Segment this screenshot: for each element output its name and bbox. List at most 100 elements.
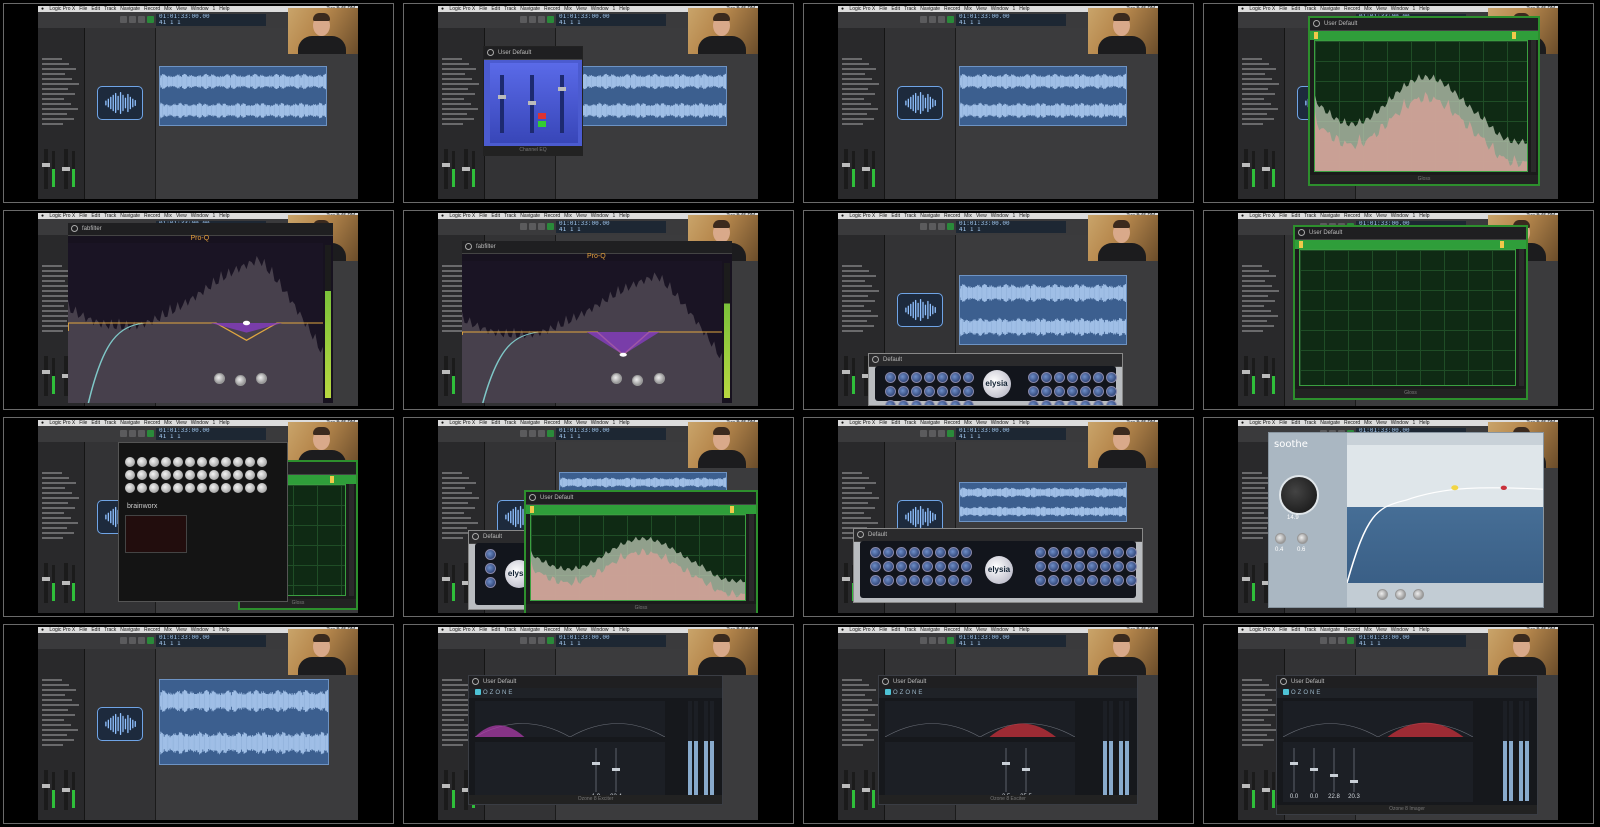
eq-knob[interactable] <box>1113 547 1124 558</box>
eq-knob[interactable] <box>221 457 231 467</box>
eq-knob[interactable] <box>1100 547 1111 558</box>
eq-knob[interactable] <box>1113 561 1124 572</box>
analyzer-button[interactable] <box>530 506 534 513</box>
eq-knob[interactable] <box>935 561 946 572</box>
band-knob[interactable] <box>1395 589 1406 600</box>
rewind-button[interactable] <box>520 16 527 23</box>
eq-knob[interactable] <box>221 470 231 480</box>
preset-name[interactable]: User Default <box>498 48 531 58</box>
eq-knob[interactable] <box>245 457 255 467</box>
power-icon[interactable] <box>472 533 479 540</box>
plugin-fader[interactable] <box>498 75 506 133</box>
eq-knob[interactable] <box>924 386 935 397</box>
eq-knob[interactable] <box>1080 372 1091 383</box>
audio-region[interactable] <box>959 66 1127 126</box>
channel-fader[interactable] <box>442 356 450 396</box>
preset-name[interactable]: User Default <box>1324 19 1357 29</box>
eq-knob[interactable] <box>963 400 974 405</box>
eq-knob[interactable] <box>1113 575 1124 586</box>
eq-knob[interactable] <box>1074 575 1085 586</box>
video-thumbnail-10[interactable]: ● Logic Pro X File Edit Track Navigate Record… <box>403 417 794 617</box>
rewind-button[interactable] <box>920 223 927 230</box>
eq-knob[interactable] <box>245 483 255 493</box>
rewind-button[interactable] <box>120 430 127 437</box>
channel-fader[interactable] <box>1242 770 1250 810</box>
stop-button[interactable] <box>938 430 945 437</box>
eq-knob[interactable] <box>950 386 961 397</box>
eq-knob[interactable] <box>924 372 935 383</box>
play-button[interactable] <box>947 16 954 23</box>
eq-knob[interactable] <box>125 483 135 493</box>
video-thumbnail-12[interactable]: ● Logic Pro X File Edit Track Navigate Record… <box>1203 417 1594 617</box>
eq-knob[interactable] <box>1067 400 1078 405</box>
channel-fader[interactable] <box>1242 563 1250 603</box>
channel-fader[interactable] <box>462 149 470 189</box>
eq-knob[interactable] <box>870 561 881 572</box>
channel-fader[interactable] <box>1262 356 1270 396</box>
channel-fader[interactable] <box>842 356 850 396</box>
eq-knob[interactable] <box>911 372 922 383</box>
eq-knob[interactable] <box>909 547 920 558</box>
preset-name[interactable]: User Default <box>483 677 516 687</box>
eq-knob[interactable] <box>1054 372 1065 383</box>
rewind-button[interactable] <box>120 16 127 23</box>
forward-button[interactable] <box>129 16 136 23</box>
eq-knob[interactable] <box>233 483 243 493</box>
power-icon[interactable] <box>882 678 889 685</box>
eq-knob[interactable] <box>1048 575 1059 586</box>
play-button[interactable] <box>147 16 154 23</box>
forward-button[interactable] <box>929 430 936 437</box>
eq-knob[interactable] <box>161 470 171 480</box>
eq-knob[interactable] <box>922 575 933 586</box>
stop-button[interactable] <box>938 16 945 23</box>
eq-knob[interactable] <box>233 470 243 480</box>
eq-knob[interactable] <box>1080 386 1091 397</box>
eq-knob[interactable] <box>257 483 267 493</box>
eq-knob[interactable] <box>963 372 974 383</box>
preset-name[interactable]: User Default <box>893 677 926 687</box>
eq-knob[interactable] <box>922 547 933 558</box>
rewind-button[interactable] <box>120 637 127 644</box>
eq-knob[interactable] <box>173 483 183 493</box>
analyzer-button[interactable] <box>1512 32 1516 39</box>
eq-knob[interactable] <box>185 457 195 467</box>
eq-knob[interactable] <box>948 561 959 572</box>
eq-knob[interactable] <box>1126 561 1137 572</box>
eq-knob[interactable] <box>911 386 922 397</box>
eq-knob[interactable] <box>137 457 147 467</box>
video-thumbnail-15[interactable]: ● Logic Pro X File Edit Track Navigate Record… <box>803 624 1194 824</box>
preset-name[interactable]: User Default <box>540 493 573 503</box>
band-slider[interactable] <box>1002 748 1010 792</box>
eq-knob[interactable] <box>221 483 231 493</box>
eq-knob[interactable] <box>149 483 159 493</box>
eq-knob[interactable] <box>1041 400 1052 405</box>
video-thumbnail-11[interactable]: ● Logic Pro X File Edit Track Navigate Record… <box>803 417 1194 617</box>
play-button[interactable] <box>547 637 554 644</box>
stop-button[interactable] <box>138 16 145 23</box>
eq-knob[interactable] <box>961 575 972 586</box>
analyzer-button[interactable] <box>1500 241 1504 248</box>
eq-knob[interactable] <box>911 400 922 405</box>
rewind-button[interactable] <box>920 16 927 23</box>
channel-fader[interactable] <box>42 356 50 396</box>
forward-button[interactable] <box>529 223 536 230</box>
eq-knob[interactable] <box>137 470 147 480</box>
eq-knob[interactable] <box>883 575 894 586</box>
forward-button[interactable] <box>529 430 536 437</box>
channel-fader[interactable] <box>42 770 50 810</box>
eq-knob[interactable] <box>950 372 961 383</box>
eq-knob[interactable] <box>870 575 881 586</box>
video-thumbnail-5[interactable]: ● Logic Pro X File Edit Track Navigate Record… <box>3 210 394 410</box>
channel-fader[interactable] <box>862 770 870 810</box>
video-thumbnail-8[interactable]: ● Logic Pro X File Edit Track Navigate Record… <box>1203 210 1594 410</box>
channel-fader[interactable] <box>62 770 70 810</box>
channel-fader[interactable] <box>42 149 50 189</box>
eq-knob[interactable] <box>1054 400 1065 405</box>
video-thumbnail-13[interactable]: ● Logic Pro X File Edit Track Navigate Record… <box>3 624 394 824</box>
eq-knob[interactable] <box>898 386 909 397</box>
eq-knob[interactable] <box>209 483 219 493</box>
band-slider[interactable] <box>1330 748 1338 792</box>
eq-knob[interactable] <box>209 470 219 480</box>
channel-fader[interactable] <box>862 149 870 189</box>
eq-knob[interactable] <box>1093 400 1104 405</box>
